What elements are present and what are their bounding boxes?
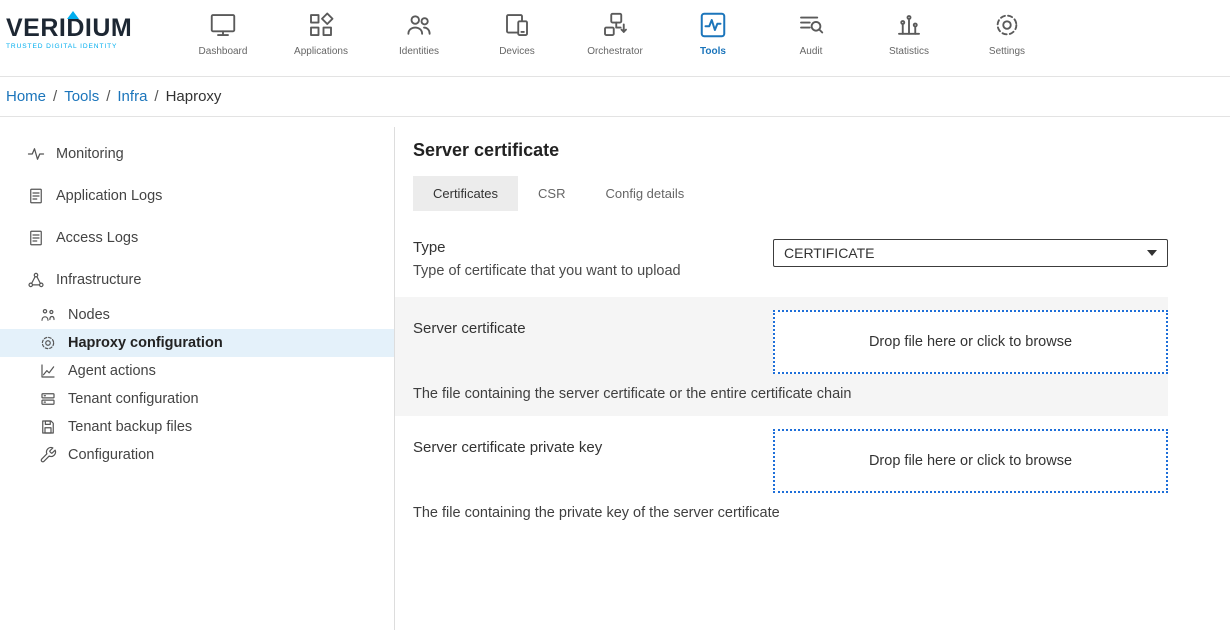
- dropzone-text: Drop file here or click to browse: [869, 453, 1072, 469]
- logo-triangle-icon: [67, 11, 79, 19]
- infrastructure-icon: [27, 271, 45, 289]
- nav-label: Devices: [468, 46, 566, 57]
- breadcrumb-infra[interactable]: Infra: [117, 88, 147, 105]
- dropzone-text: Drop file here or click to browse: [869, 334, 1072, 350]
- nav-label: Applications: [272, 46, 370, 57]
- server-certificate-dropzone[interactable]: Drop file here or click to browse: [773, 310, 1168, 374]
- nav-item-orchestrator[interactable]: Orchestrator: [566, 10, 664, 57]
- main-panel: Server certificate Certificates CSR Conf…: [395, 127, 1230, 630]
- breadcrumb-separator: /: [53, 88, 57, 105]
- nav-item-statistics[interactable]: Statistics: [860, 10, 958, 57]
- nodes-icon: [39, 306, 57, 324]
- breadcrumb-haproxy: Haproxy: [166, 88, 222, 105]
- tab-config-details[interactable]: Config details: [585, 176, 704, 211]
- tabs: Certificates CSR Config details: [413, 176, 1168, 211]
- breadcrumb: Home / Tools / Infra / Haproxy: [0, 77, 1230, 117]
- type-select[interactable]: CERTIFICATE: [773, 239, 1168, 267]
- private-key-dropzone[interactable]: Drop file here or click to browse: [773, 429, 1168, 493]
- orchestrator-icon: [566, 10, 664, 42]
- sidebar-item-label: Haproxy configuration: [68, 335, 223, 351]
- application-logs-icon: [27, 187, 45, 205]
- sidebar-item-label: Application Logs: [56, 188, 162, 204]
- tab-csr[interactable]: CSR: [518, 176, 585, 211]
- sidebar-item-tenant-configuration[interactable]: Tenant configuration: [0, 385, 394, 413]
- sidebar-item-label: Nodes: [68, 307, 110, 323]
- logo-tagline: TRUSTED DIGITAL IDENTITY: [6, 43, 174, 50]
- sidebar-item-label: Tenant configuration: [68, 391, 199, 407]
- settings-icon: [958, 10, 1056, 42]
- type-help: Type of certificate that you want to upl…: [413, 263, 743, 279]
- sidebar: Monitoring Application Logs Access Logs …: [0, 127, 395, 630]
- private-key-row: Server certificate private key Drop file…: [413, 416, 1168, 535]
- nav-item-applications[interactable]: Applications: [272, 10, 370, 57]
- applications-icon: [272, 10, 370, 42]
- tenant-configuration-icon: [39, 390, 57, 408]
- top-navigation: VERIDIUM TRUSTED DIGITAL IDENTITY Dashbo…: [0, 0, 1230, 77]
- content-area: Monitoring Application Logs Access Logs …: [0, 117, 1230, 630]
- tools-icon: [664, 10, 762, 42]
- sidebar-item-application-logs[interactable]: Application Logs: [0, 175, 394, 217]
- sidebar-item-haproxy-configuration[interactable]: Haproxy configuration: [0, 329, 394, 357]
- nav-label: Orchestrator: [566, 46, 664, 57]
- sidebar-item-access-logs[interactable]: Access Logs: [0, 217, 394, 259]
- type-row: Type Type of certificate that you want t…: [413, 223, 1168, 297]
- page-title: Server certificate: [413, 140, 1168, 161]
- nav-items: Dashboard Applications Identities Device…: [174, 0, 1056, 57]
- statistics-icon: [860, 10, 958, 42]
- type-select-value: CERTIFICATE: [784, 245, 875, 261]
- sidebar-item-nodes[interactable]: Nodes: [0, 301, 394, 329]
- agent-actions-icon: [39, 362, 57, 380]
- access-logs-icon: [27, 229, 45, 247]
- nav-item-audit[interactable]: Audit: [762, 10, 860, 57]
- server-certificate-row: Server certificate Drop file here or cli…: [395, 297, 1168, 416]
- configuration-icon: [39, 446, 57, 464]
- dashboard-icon: [174, 10, 272, 42]
- tab-certificates[interactable]: Certificates: [413, 176, 518, 211]
- identities-icon: [370, 10, 468, 42]
- sidebar-item-agent-actions[interactable]: Agent actions: [0, 357, 394, 385]
- nav-item-identities[interactable]: Identities: [370, 10, 468, 57]
- breadcrumb-separator: /: [154, 88, 158, 105]
- breadcrumb-tools[interactable]: Tools: [64, 88, 99, 105]
- sidebar-item-label: Configuration: [68, 447, 154, 463]
- private-key-help: The file containing the private key of t…: [413, 505, 1168, 521]
- nav-item-dashboard[interactable]: Dashboard: [174, 10, 272, 57]
- veridium-logo[interactable]: VERIDIUM TRUSTED DIGITAL IDENTITY: [6, 0, 174, 50]
- breadcrumb-home[interactable]: Home: [6, 88, 46, 105]
- logo-text: VERIDIUM: [6, 16, 174, 41]
- nav-label: Dashboard: [174, 46, 272, 57]
- sidebar-item-label: Infrastructure: [56, 272, 141, 288]
- sidebar-item-label: Monitoring: [56, 146, 124, 162]
- tenant-backup-files-icon: [39, 418, 57, 436]
- nav-label: Statistics: [860, 46, 958, 57]
- sidebar-item-configuration[interactable]: Configuration: [0, 441, 394, 469]
- sidebar-item-label: Access Logs: [56, 230, 138, 246]
- type-label: Type: [413, 239, 743, 256]
- nav-label: Audit: [762, 46, 860, 57]
- nav-label: Settings: [958, 46, 1056, 57]
- sidebar-item-label: Agent actions: [68, 363, 156, 379]
- chevron-down-icon: [1147, 250, 1157, 256]
- devices-icon: [468, 10, 566, 42]
- server-certificate-help: The file containing the server certifica…: [413, 386, 1168, 402]
- nav-item-settings[interactable]: Settings: [958, 10, 1056, 57]
- audit-icon: [762, 10, 860, 42]
- sidebar-item-tenant-backup-files[interactable]: Tenant backup files: [0, 413, 394, 441]
- nav-label: Tools: [664, 46, 762, 57]
- server-certificate-label: Server certificate: [413, 310, 743, 337]
- breadcrumb-separator: /: [106, 88, 110, 105]
- nav-item-devices[interactable]: Devices: [468, 10, 566, 57]
- sidebar-item-monitoring[interactable]: Monitoring: [0, 133, 394, 175]
- nav-label: Identities: [370, 46, 468, 57]
- haproxy-configuration-icon: [39, 334, 57, 352]
- certificate-form: Type Type of certificate that you want t…: [413, 223, 1168, 535]
- monitoring-icon: [27, 145, 45, 163]
- private-key-label: Server certificate private key: [413, 429, 743, 456]
- sidebar-item-infrastructure[interactable]: Infrastructure: [0, 259, 394, 301]
- sidebar-item-label: Tenant backup files: [68, 419, 192, 435]
- nav-item-tools[interactable]: Tools: [664, 10, 762, 57]
